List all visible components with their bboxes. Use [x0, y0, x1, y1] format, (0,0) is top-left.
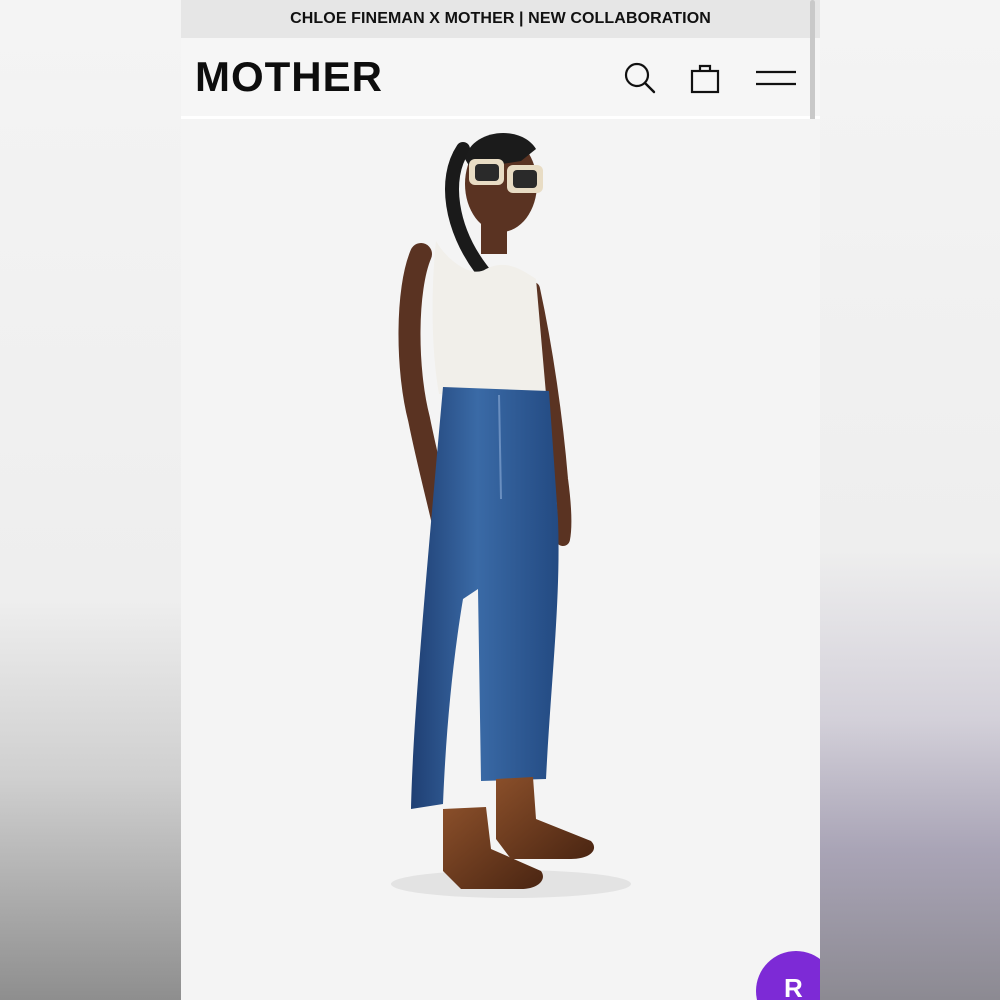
right-blurred-backdrop: [820, 0, 1000, 1000]
hamburger-menu-icon[interactable]: [754, 62, 798, 94]
product-image[interactable]: [181, 119, 820, 1000]
promo-banner[interactable]: CHLOE FINEMAN X MOTHER | NEW COLLABORATI…: [181, 0, 820, 38]
model-illustration: [391, 132, 631, 898]
left-blurred-backdrop: [0, 0, 181, 1000]
promo-banner-text: CHLOE FINEMAN X MOTHER | NEW COLLABORATI…: [290, 10, 711, 27]
phone-screen: CHLOE FINEMAN X MOTHER | NEW COLLABORATI…: [181, 0, 820, 1000]
site-header: MOTHER: [181, 38, 820, 119]
brand-logo[interactable]: MOTHER: [195, 55, 383, 99]
search-icon[interactable]: [624, 62, 656, 94]
shopping-bag-icon[interactable]: [689, 62, 721, 94]
chat-button-label: R: [784, 973, 803, 1000]
